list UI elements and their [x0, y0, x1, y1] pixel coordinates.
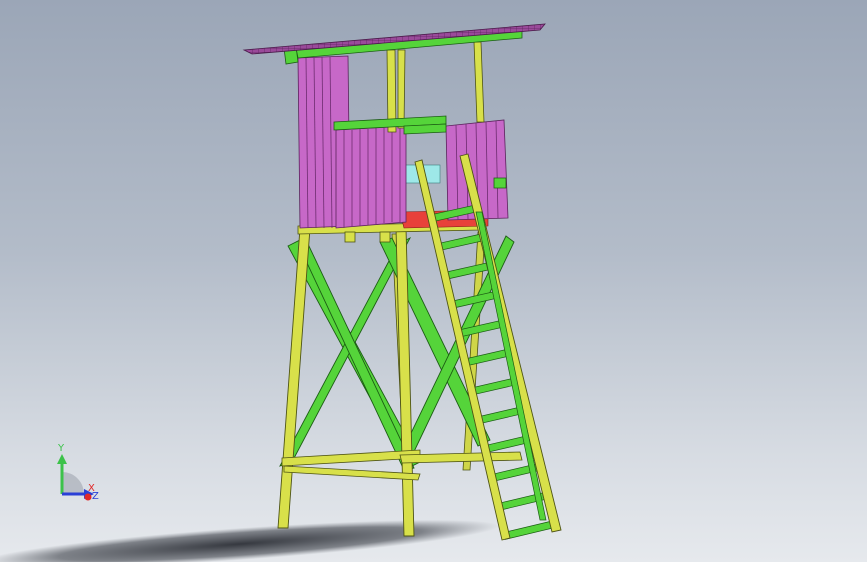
ground-shadow — [0, 519, 500, 562]
ladder-rung — [443, 261, 493, 281]
graphics-viewport[interactable]: Y X Z — [0, 0, 867, 562]
tower-model[interactable] — [0, 0, 867, 562]
ladder-rung — [503, 520, 556, 540]
z-axis-dot — [84, 493, 92, 501]
triad-quadrant — [62, 472, 84, 494]
y-axis-arrow — [57, 454, 67, 464]
y-axis-label: Y — [57, 443, 65, 454]
front-posts — [277, 227, 415, 537]
z-axis-label: Z — [92, 491, 99, 502]
view-triad[interactable]: Y X Z — [48, 438, 108, 510]
